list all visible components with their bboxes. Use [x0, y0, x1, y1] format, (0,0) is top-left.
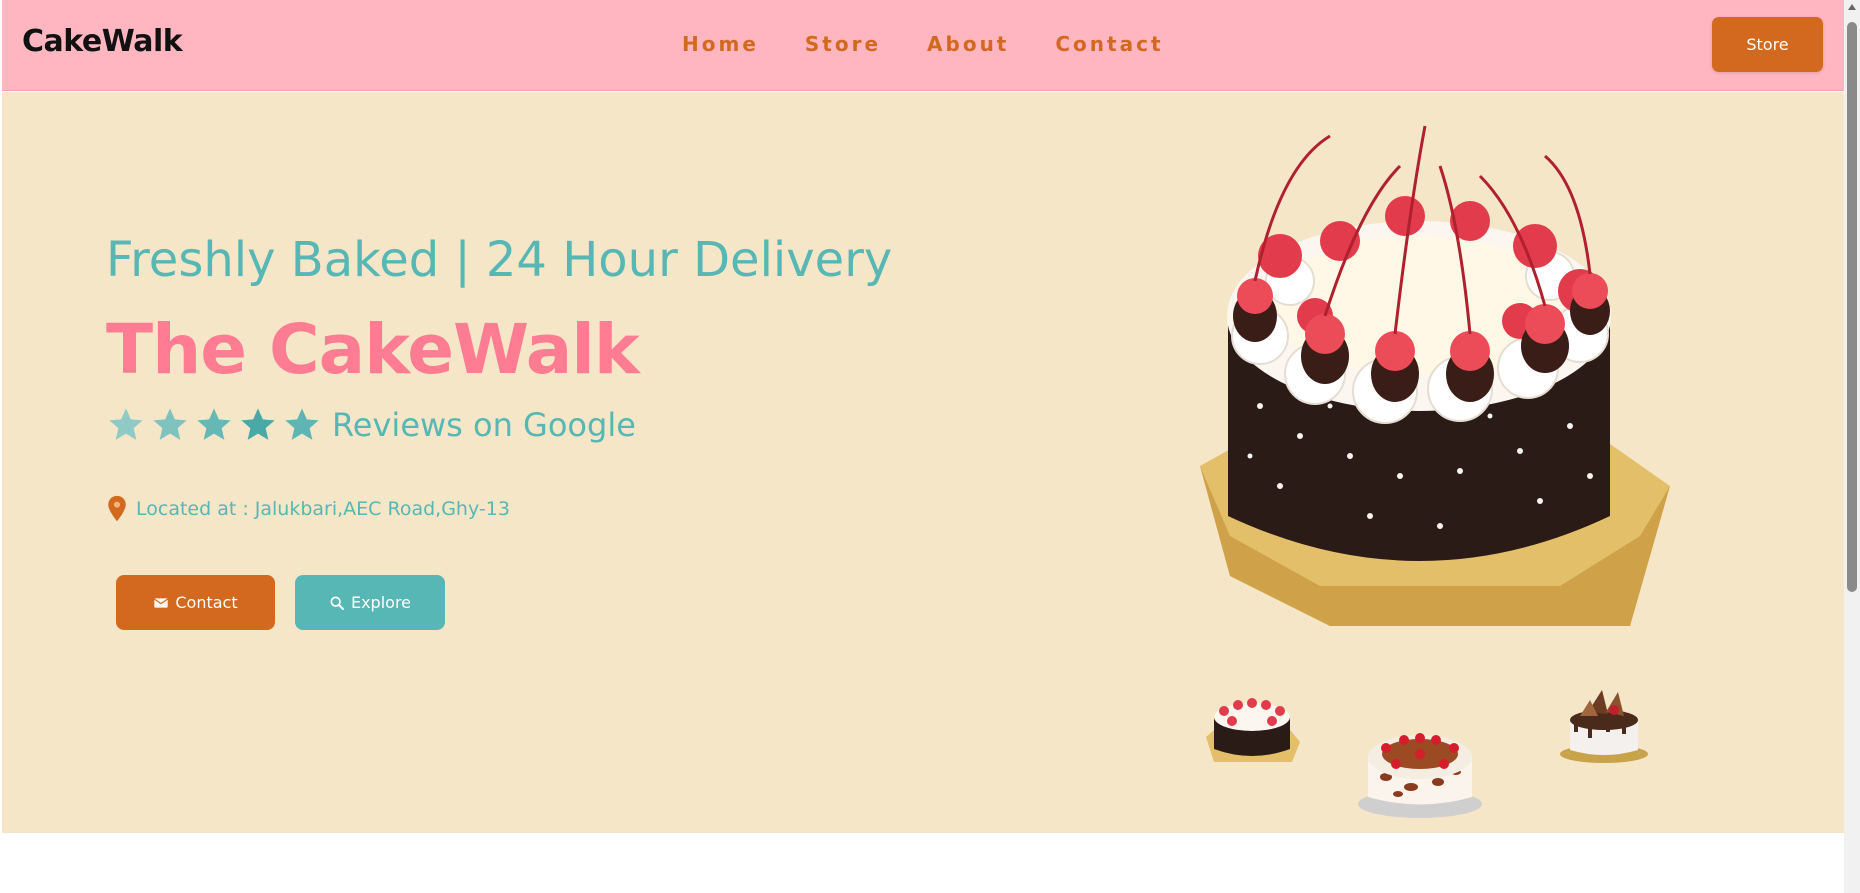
featured-cake-image	[1200, 125, 1670, 626]
page: CakeWalk Home Store About Contact Store …	[2, 0, 1844, 893]
star-icon	[153, 408, 187, 440]
google-reviews: Reviews on Google	[106, 405, 636, 445]
envelope-icon	[154, 597, 169, 608]
cake-thumbnail-2[interactable]	[1356, 712, 1484, 820]
star-icon	[285, 408, 319, 440]
contact-button[interactable]: Contact	[116, 575, 275, 630]
explore-button[interactable]: Explore	[295, 575, 445, 630]
star-icon	[109, 408, 143, 440]
nav-contact[interactable]: Contact	[1055, 32, 1163, 56]
explore-button-label: Explore	[350, 593, 412, 612]
cake-thumbnail-1[interactable]	[1200, 687, 1304, 767]
star-icon	[241, 408, 275, 440]
star-icon	[197, 408, 231, 440]
site-logo[interactable]: CakeWalk	[22, 24, 183, 59]
main-nav: Home Store About Contact	[682, 32, 1164, 56]
nav-store[interactable]: Store	[805, 32, 881, 56]
hero-section: Freshly Baked | 24 Hour Delivery The Cak…	[2, 92, 1844, 833]
hero-tagline: Freshly Baked | 24 Hour Delivery	[106, 232, 893, 288]
reviews-label[interactable]: Reviews on Google	[332, 406, 636, 444]
location-info: Located at : Jalukbari,AEC Road,Ghy-13	[106, 495, 510, 523]
location-text: Located at : Jalukbari,AEC Road,Ghy-13	[136, 498, 510, 520]
scroll-up-arrow-icon[interactable]	[1847, 2, 1857, 12]
site-header: CakeWalk Home Store About Contact Store	[2, 0, 1844, 91]
hero-title: The CakeWalk	[106, 310, 640, 390]
scrollbar-thumb[interactable]	[1847, 22, 1857, 592]
store-button[interactable]: Store	[1712, 17, 1823, 72]
nav-about[interactable]: About	[927, 32, 1009, 56]
contact-button-label: Contact	[175, 593, 238, 612]
below-hero-area	[2, 833, 1844, 893]
nav-home[interactable]: Home	[682, 32, 759, 56]
search-icon	[330, 595, 344, 610]
vertical-scrollbar[interactable]	[1844, 0, 1860, 893]
location-pin-icon	[108, 495, 126, 522]
cake-thumbnail-3[interactable]	[1558, 682, 1650, 764]
